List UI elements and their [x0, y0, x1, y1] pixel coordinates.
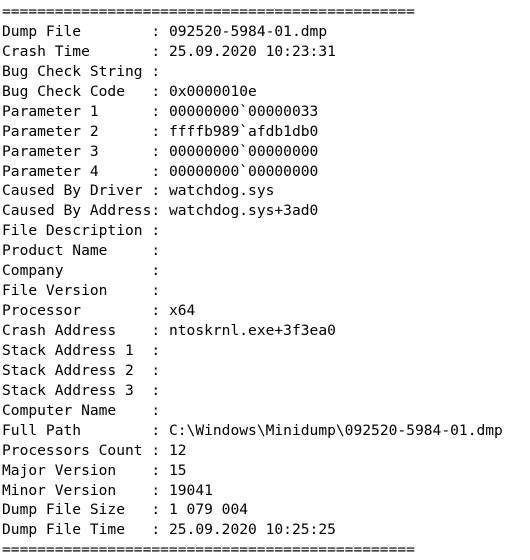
- report-row-value: 1 079 004: [160, 501, 249, 519]
- report-row-label: Processors Count: [2, 441, 152, 459]
- report-row-value: 00000000`00000000: [160, 142, 319, 160]
- report-row-value: C:\Windows\Minidump\092520-5984-01.dmp: [160, 421, 503, 439]
- report-row: Stack Address 3 :: [2, 381, 530, 401]
- report-row-label: Parameter 1: [2, 102, 152, 120]
- report-row: Major Version : 15: [2, 461, 530, 481]
- report-row-colon: :: [151, 501, 161, 519]
- report-row-colon: :: [151, 461, 161, 479]
- report-row-colon: :: [151, 521, 161, 539]
- report-row-value: 25.09.2020 10:25:25: [160, 521, 336, 539]
- report-row-value: ffffb989`afdb1db0: [160, 122, 319, 140]
- report-row: Computer Name :: [2, 401, 530, 421]
- report-row-label: Product Name: [2, 242, 152, 260]
- report-row-value: ntoskrnl.exe+3f3ea0: [160, 322, 336, 339]
- report-row: Parameter 1 : 00000000`00000033: [2, 102, 530, 122]
- report-row-label: Caused By Driver: [2, 182, 152, 200]
- report-row-label: File Description: [2, 222, 152, 240]
- report-row-label: Major Version: [2, 461, 152, 479]
- report-row: Product Name :: [2, 241, 530, 261]
- report-row-label: Full Path: [2, 421, 152, 439]
- report-row: Stack Address 1 :: [2, 341, 530, 361]
- report-row-value: watchdog.sys: [160, 182, 275, 200]
- report-row-colon: :: [151, 262, 161, 280]
- report-row-label: Minor Version: [2, 481, 152, 499]
- report-row-label: Processor: [2, 302, 152, 320]
- report-row: Company :: [2, 261, 530, 281]
- report-row-colon: :: [151, 22, 161, 40]
- report-row-colon: :: [151, 202, 161, 220]
- report-row-value: watchdog.sys+3ad0: [160, 202, 319, 220]
- report-row-label: Parameter 3: [2, 142, 152, 160]
- report-row: Dump File Size : 1 079 004: [2, 500, 530, 520]
- report-row: Bug Check Code : 0x0000010e: [2, 82, 530, 102]
- report-row-label: Caused By Address: [2, 202, 152, 220]
- report-row-colon: :: [151, 481, 161, 499]
- report-row-colon: :: [151, 441, 161, 459]
- report-row: Crash Time : 25.09.2020 10:23:31: [2, 42, 530, 62]
- report-row-value: 12: [160, 441, 187, 459]
- report-row: Bug Check String :: [2, 62, 530, 82]
- report-row-label: Stack Address 3: [2, 381, 152, 399]
- report-row-colon: :: [151, 142, 161, 160]
- report-row-label: File Version: [2, 282, 152, 300]
- report-row: Parameter 4 : 00000000`00000000: [2, 162, 530, 182]
- report-row-value: 19041: [160, 481, 213, 499]
- report-row: Dump File Time : 25.09.2020 10:25:25: [2, 520, 530, 540]
- report-row: Dump File : 092520-5984-01.dmp: [2, 22, 530, 42]
- report-row-label: Parameter 2: [2, 122, 152, 140]
- report-row-colon: :: [151, 122, 161, 140]
- crash-dump-report: ========================================…: [0, 0, 530, 560]
- report-row: File Version :: [2, 281, 530, 301]
- report-row-colon: :: [151, 322, 161, 339]
- report-field-list: Dump File : 092520-5984-01.dmp Crash Time…: [2, 22, 530, 540]
- report-row-label: Dump File Time: [2, 521, 152, 539]
- report-row-value: 0x0000010e: [160, 82, 257, 100]
- report-row-label: Parameter 4: [2, 162, 152, 180]
- report-row-colon: :: [151, 82, 161, 100]
- report-row: Parameter 2 : ffffb989`afdb1db0: [2, 122, 530, 142]
- report-row-label: Crash Address: [2, 322, 152, 339]
- report-row-label: Bug Check Code: [2, 82, 152, 100]
- report-row-colon: :: [151, 421, 161, 439]
- report-row: Stack Address 2 :: [2, 361, 530, 381]
- report-row: Caused By Address: watchdog.sys+3ad0: [2, 201, 530, 221]
- report-row-label: Stack Address 2: [2, 361, 152, 379]
- report-row: Minor Version : 19041: [2, 481, 530, 501]
- report-row-value: 092520-5984-01.dmp: [160, 22, 328, 40]
- report-row-colon: :: [151, 381, 161, 399]
- report-row-label: Dump File: [2, 22, 152, 40]
- report-row: Caused By Driver : watchdog.sys: [2, 181, 530, 201]
- report-row-label: Dump File Size: [2, 501, 152, 519]
- report-row-colon: :: [151, 62, 161, 80]
- report-row-label: Bug Check String: [2, 62, 152, 80]
- report-row-colon: :: [151, 182, 161, 200]
- report-row-colon: :: [151, 401, 161, 419]
- report-row-colon: :: [151, 282, 161, 300]
- report-row-colon: :: [151, 222, 161, 240]
- report-row-value: 15: [160, 461, 187, 479]
- separator-line-bottom: ========================================…: [2, 541, 415, 559]
- report-row: Processor : x64: [2, 301, 530, 321]
- report-row-colon: :: [151, 302, 161, 320]
- report-row-label: Stack Address 1: [2, 341, 152, 359]
- report-row-value: x64: [160, 302, 196, 320]
- report-row: Processors Count : 12: [2, 441, 530, 461]
- report-row-label: Company: [2, 262, 152, 280]
- report-row-colon: :: [151, 242, 161, 260]
- report-row: File Description :: [2, 221, 530, 241]
- report-row-label: Crash Time: [2, 42, 152, 60]
- report-row-colon: :: [151, 42, 161, 60]
- report-row: Full Path : C:\Windows\Minidump\092520-5…: [2, 421, 530, 441]
- report-row-label: Computer Name: [2, 401, 152, 419]
- report-row-colon: :: [151, 341, 161, 359]
- report-row-value: 00000000`00000033: [160, 102, 319, 120]
- report-row: Crash Address : ntoskrnl.exe+3f3ea0: [2, 321, 530, 341]
- report-row-value: 25.09.2020 10:23:31: [160, 42, 336, 60]
- report-row-value: 00000000`00000000: [160, 162, 319, 180]
- separator-line-top: ========================================…: [2, 3, 415, 20]
- report-row-colon: :: [151, 361, 161, 379]
- report-row: Parameter 3 : 00000000`00000000: [2, 142, 530, 162]
- report-row-colon: :: [151, 102, 161, 120]
- report-row-colon: :: [151, 162, 161, 180]
